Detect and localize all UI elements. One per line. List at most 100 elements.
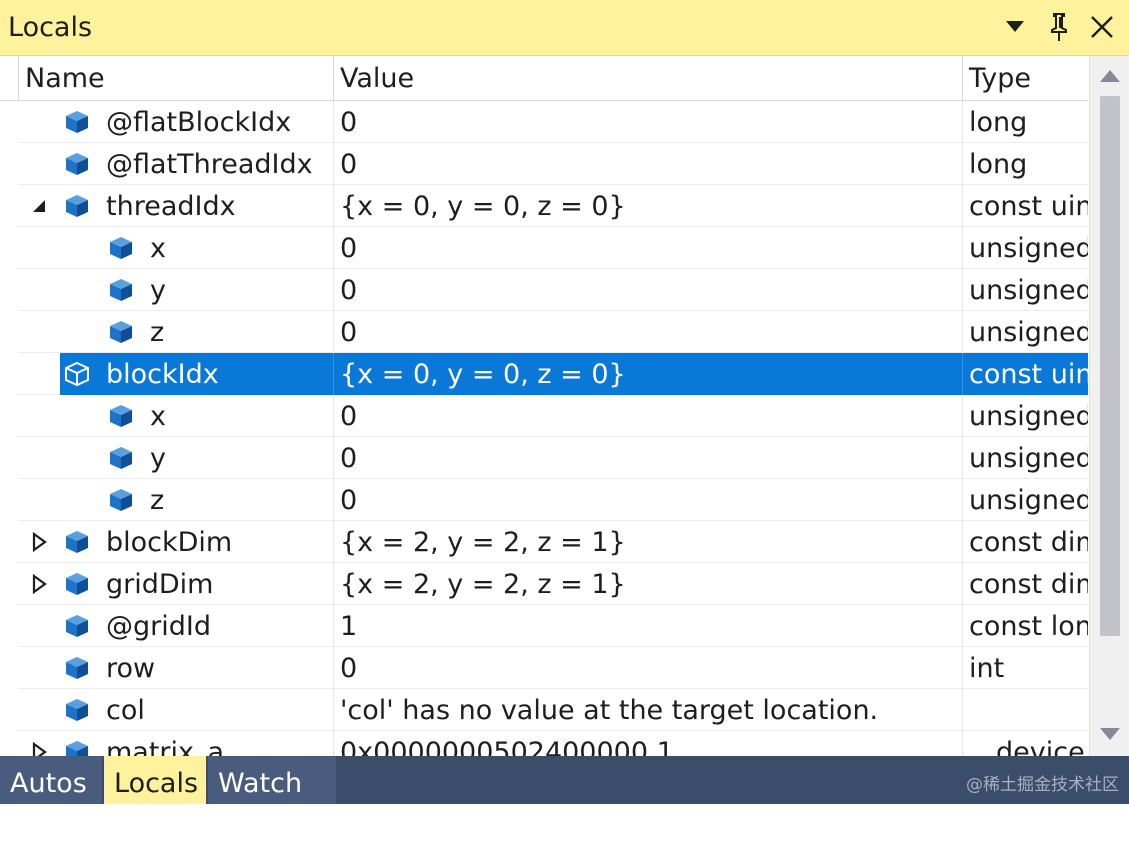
locals-row[interactable]: blockIdx {x = 0, y = 0, z = 0} const uin [18, 353, 1088, 395]
column-divider[interactable] [333, 56, 334, 100]
scroll-down-arrow-icon[interactable] [1098, 724, 1122, 744]
expand-triangle-icon[interactable] [29, 742, 49, 756]
variable-icon [63, 109, 91, 135]
variable-icon [63, 571, 91, 597]
locals-row[interactable]: matrix_a 0x0000000502400000 1 __device [18, 731, 1088, 756]
scroll-thumb[interactable] [1100, 96, 1120, 636]
variable-type: const uin [969, 191, 1088, 222]
tab-locals[interactable]: Locals [104, 756, 206, 804]
cell-divider [333, 101, 334, 143]
variable-value[interactable]: 0 [340, 437, 968, 479]
variable-icon [107, 403, 135, 429]
variable-type: long [969, 107, 1028, 138]
variable-icon [63, 193, 91, 219]
variable-value[interactable]: 0 [340, 647, 968, 689]
locals-row[interactable]: x 0 unsigned [18, 227, 1088, 269]
variable-name: gridDim [106, 569, 214, 600]
variable-value[interactable]: 0 [340, 311, 968, 353]
variable-value[interactable]: 0 [340, 269, 968, 311]
variable-value[interactable]: {x = 2, y = 2, z = 1} [340, 521, 968, 563]
cell-divider [333, 731, 334, 756]
variable-name: y [150, 275, 166, 306]
locals-row[interactable]: x 0 unsigned [18, 395, 1088, 437]
locals-row[interactable]: @gridId 1 const lon [18, 605, 1088, 647]
cell-divider [962, 227, 963, 269]
variable-name: matrix_a [106, 737, 225, 756]
cell-divider [333, 689, 334, 731]
cell-divider [333, 227, 334, 269]
pin-icon[interactable] [1042, 10, 1076, 44]
variable-name: threadIdx [106, 191, 236, 222]
cell-divider [962, 185, 963, 227]
collapse-triangle-icon[interactable] [29, 196, 49, 216]
cell-divider [333, 311, 334, 353]
variable-icon [63, 613, 91, 639]
variable-type [969, 689, 1088, 731]
column-header-row: Name Value Type [0, 56, 1088, 101]
locals-row[interactable]: threadIdx {x = 0, y = 0, z = 0} const uin [18, 185, 1088, 227]
expand-triangle-icon[interactable] [29, 574, 49, 594]
header-gutter [0, 56, 19, 100]
cell-divider [962, 437, 963, 479]
variable-value[interactable]: 0x0000000502400000 1 [340, 731, 968, 756]
variable-type: unsigned [969, 443, 1088, 474]
variable-type: const dim [969, 569, 1088, 600]
cell-divider [962, 143, 963, 185]
cell-divider [962, 101, 963, 143]
variable-icon [63, 739, 91, 756]
locals-row[interactable]: gridDim {x = 2, y = 2, z = 1}const dim [18, 563, 1088, 605]
variable-type: const uin [969, 359, 1088, 390]
variable-type: unsigned [969, 401, 1088, 432]
cell-divider [333, 143, 334, 185]
variable-type: unsigned [969, 485, 1088, 516]
variable-value[interactable]: 1 [340, 605, 968, 647]
locals-row[interactable]: z 0 unsigned [18, 479, 1088, 521]
variable-type: const lon [969, 611, 1088, 642]
cell-divider [962, 269, 963, 311]
column-header-type[interactable]: Type [969, 56, 1031, 100]
cell-divider [333, 353, 334, 395]
variable-value[interactable]: 'col' has no value at the target locatio… [340, 689, 968, 731]
variable-icon [63, 655, 91, 681]
cell-divider [333, 395, 334, 437]
locals-grid: @flatBlockIdx 0 long @flatThreadIdx 0 long thr… [18, 101, 1088, 756]
cell-divider [962, 521, 963, 563]
variable-name: z [150, 317, 165, 348]
variable-value[interactable]: {x = 2, y = 2, z = 1} [340, 563, 968, 605]
variable-value[interactable]: 0 [340, 479, 968, 521]
locals-row[interactable]: row 0 int [18, 647, 1088, 689]
scroll-up-arrow-icon[interactable] [1098, 66, 1122, 86]
column-header-value[interactable]: Value [340, 56, 414, 100]
locals-row[interactable]: y 0 unsigned [18, 269, 1088, 311]
variable-icon [107, 277, 135, 303]
locals-row[interactable]: y 0 unsigned [18, 437, 1088, 479]
variable-value[interactable]: {x = 0, y = 0, z = 0} [340, 353, 968, 395]
variable-value[interactable]: 0 [340, 101, 968, 143]
locals-row[interactable]: @flatThreadIdx 0 long [18, 143, 1088, 185]
tab-autos[interactable]: Autos [0, 756, 102, 804]
locals-row[interactable]: @flatBlockIdx 0 long [18, 101, 1088, 143]
variable-value[interactable]: 0 [340, 143, 968, 185]
locals-row[interactable]: blockDim {x = 2, y = 2, z = 1}const dim [18, 521, 1088, 563]
tool-window-titlebar: Locals [0, 0, 1129, 56]
vertical-scrollbar[interactable] [1089, 56, 1129, 756]
column-header-name[interactable]: Name [25, 56, 105, 100]
bottom-tab-strip: Autos Locals Watch 1 @稀土掘金技术社区 [0, 756, 1129, 855]
collapse-triangle-icon[interactable] [29, 364, 49, 384]
expand-triangle-icon[interactable] [29, 532, 49, 552]
variable-type: unsigned [969, 275, 1088, 306]
variable-type: __device [969, 737, 1085, 756]
locals-row[interactable]: col 'col' has no value at the target loca… [18, 689, 1088, 731]
cell-divider [333, 185, 334, 227]
variable-value[interactable]: 0 [340, 395, 968, 437]
variable-value[interactable]: 0 [340, 227, 968, 269]
chevron-down-icon[interactable] [998, 10, 1032, 44]
variable-value[interactable]: {x = 0, y = 0, z = 0} [340, 185, 968, 227]
column-divider[interactable] [962, 56, 963, 100]
locals-row[interactable]: z 0 unsigned [18, 311, 1088, 353]
close-icon[interactable] [1085, 10, 1119, 44]
variable-icon [107, 487, 135, 513]
window-title: Locals [8, 12, 93, 43]
variable-icon [63, 151, 91, 177]
tab-watch-1[interactable]: Watch 1 [208, 756, 336, 855]
